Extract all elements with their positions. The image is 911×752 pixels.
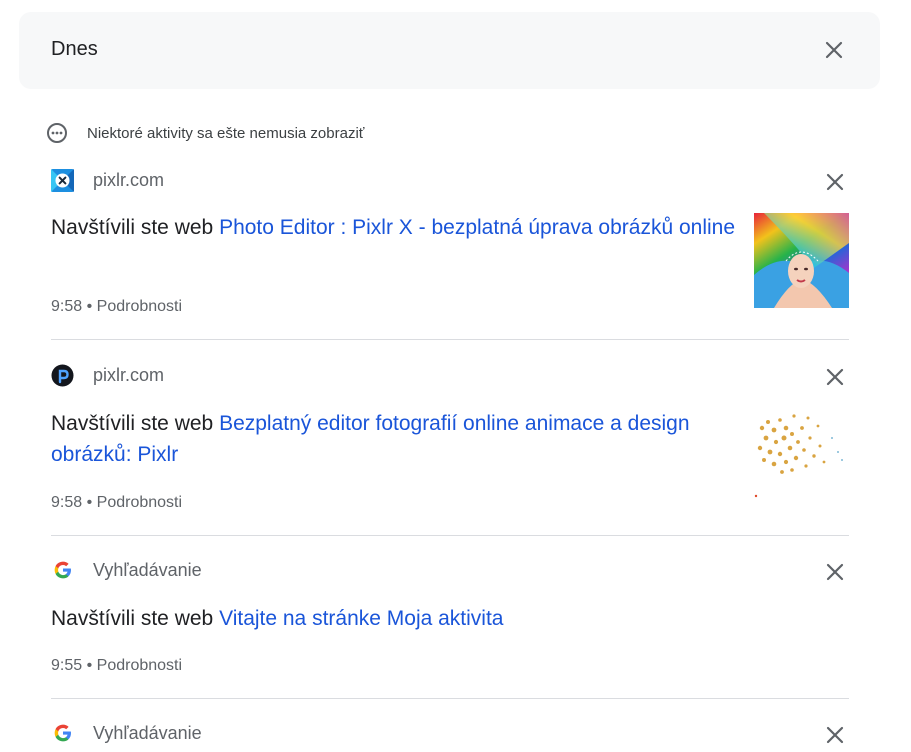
meta-separator: • xyxy=(82,298,97,315)
activity-time: 9:55 xyxy=(51,657,83,674)
google-icon xyxy=(51,559,74,582)
activity-time: 9:58 xyxy=(51,298,83,315)
site-name: pixlr.com xyxy=(93,169,165,190)
item-divider xyxy=(51,535,849,536)
close-day-button[interactable] xyxy=(820,36,848,64)
visited-prefix: Navštívili ste web xyxy=(51,607,220,630)
delete-item-button[interactable] xyxy=(821,721,849,749)
more-horizontal-icon xyxy=(46,122,68,144)
details-link[interactable]: Podrobnosti xyxy=(97,657,182,674)
pixlr-logo-icon xyxy=(51,364,74,387)
details-link[interactable]: Podrobnosti xyxy=(97,494,182,511)
day-header: Dnes xyxy=(19,12,880,89)
activity-description: Navštívili ste web Vitajte na stránke Mo… xyxy=(51,603,746,634)
activity-description: Navštívili ste web Bezplatný editor foto… xyxy=(51,408,746,470)
visited-prefix: Navštívili ste web xyxy=(51,216,220,239)
activity-time: 9:58 xyxy=(51,494,83,511)
site-name: Vyhľadávanie xyxy=(93,559,202,580)
activity-meta: 9:58 • Podrobnosti xyxy=(51,494,182,512)
site-name: pixlr.com xyxy=(93,364,165,385)
pending-activity-notice: Niektoré aktivity sa ešte nemusia zobraz… xyxy=(46,122,364,144)
visited-prefix: Navštívili ste web xyxy=(51,412,220,435)
item-divider xyxy=(51,698,849,699)
meta-separator: • xyxy=(82,657,97,674)
activity-description: Navštívili ste web Photo Editor : Pixlr … xyxy=(51,212,746,243)
meta-separator: • xyxy=(82,494,97,511)
delete-item-button[interactable] xyxy=(821,558,849,586)
day-title: Dnes xyxy=(51,38,98,60)
item-divider xyxy=(51,339,849,340)
close-icon xyxy=(826,726,844,744)
page-thumbnail[interactable] xyxy=(754,213,849,308)
activity-meta: 9:58 • Podrobnosti xyxy=(51,298,182,316)
close-icon xyxy=(826,368,844,386)
visited-page-link[interactable]: Photo Editor : Pixlr X - bezplatná úprav… xyxy=(219,216,735,239)
delete-item-button[interactable] xyxy=(821,363,849,391)
pixlr-x-icon xyxy=(51,168,74,192)
google-icon xyxy=(51,722,74,745)
activity-meta: 9:55 • Podrobnosti xyxy=(51,657,182,675)
close-icon xyxy=(825,41,843,59)
notice-text: Niektoré aktivity sa ešte nemusia zobraz… xyxy=(87,124,365,142)
close-icon xyxy=(826,173,844,191)
visited-page-link[interactable]: Vitajte na stránke Moja aktivita xyxy=(219,607,503,630)
details-link[interactable]: Podrobnosti xyxy=(97,298,182,315)
delete-item-button[interactable] xyxy=(821,168,849,196)
close-icon xyxy=(826,563,844,581)
page-thumbnail[interactable] xyxy=(754,408,849,503)
site-name: Vyhľadávanie xyxy=(93,722,202,743)
